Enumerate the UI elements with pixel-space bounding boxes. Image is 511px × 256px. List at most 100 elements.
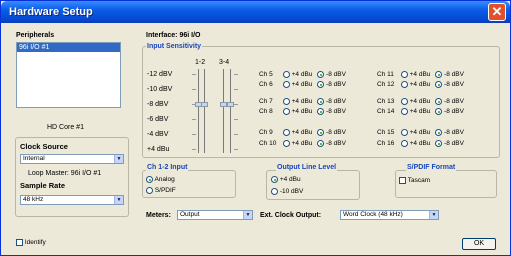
radio-minus8[interactable]: [317, 108, 325, 115]
radio-plus4[interactable]: [400, 71, 408, 78]
tascam-checkbox-row[interactable]: Tascam: [399, 177, 430, 184]
radio-row[interactable]: -10 dBV: [271, 188, 303, 195]
ext-clock-select[interactable]: Word Clock (48 kHz) ▼: [340, 210, 439, 220]
radio-plus4[interactable]: [282, 81, 290, 88]
chevron-down-icon: ▼: [114, 196, 123, 204]
radio-label: -8 dBV: [326, 108, 346, 116]
chevron-down-icon: ▼: [114, 155, 123, 163]
chevron-down-icon: ▼: [429, 211, 438, 219]
meters-select[interactable]: Output ▼: [177, 210, 253, 220]
radio-plus4[interactable]: [282, 98, 290, 105]
radio-label: +4 dBu: [409, 108, 431, 116]
radio-plus4dbu[interactable]: [271, 176, 278, 183]
radio-minus8[interactable]: [317, 98, 325, 105]
spdif-heading: S/PDIF Format: [406, 164, 457, 171]
radio-spdif[interactable]: [146, 187, 153, 194]
radio-label: -10 dBV: [279, 188, 304, 196]
radio-label: -8 dBV: [326, 98, 346, 106]
meters-value: Output: [180, 211, 200, 218]
scale-label: -8 dBV: [147, 101, 169, 108]
clock-source-select[interactable]: Internal ▼: [20, 154, 124, 164]
radio-plus4[interactable]: [282, 140, 290, 147]
radio-minus8[interactable]: [317, 81, 325, 88]
core-label: HD Core #1: [47, 124, 84, 131]
peripherals-list[interactable]: 96i I/O #1: [16, 42, 121, 108]
radio-plus4[interactable]: [282, 129, 290, 136]
radio-label: -8 dBV: [326, 140, 346, 148]
channel-label: Ch 11: [377, 71, 394, 79]
channel-label: Ch 6: [259, 81, 273, 89]
radio-minus10dbv[interactable]: [271, 188, 278, 195]
ch12-input-heading: Ch 1-2 Input: [146, 164, 189, 171]
radio-label: +4 dBu: [291, 71, 313, 79]
channel-row: Ch 14 +4 dBu -8 dBV: [377, 108, 464, 115]
radio-plus4[interactable]: [400, 129, 408, 136]
clock-source-heading: Clock Source: [20, 142, 68, 151]
radio-label: -8 dBV: [444, 108, 464, 116]
radio-label: +4 dBu: [291, 108, 313, 116]
radio-row[interactable]: +4 dBu: [271, 176, 301, 183]
radio-plus4[interactable]: [400, 81, 408, 88]
loop-master-label: Loop Master: 96i I/O #1: [28, 170, 102, 177]
sample-rate-select[interactable]: 48 kHz ▼: [20, 195, 124, 205]
ok-button[interactable]: OK: [462, 238, 496, 250]
scale-label: -4 dBV: [147, 131, 169, 138]
radio-minus8[interactable]: [435, 108, 443, 115]
radio-label: -8 dBV: [326, 129, 346, 137]
output-level-group: [266, 170, 360, 200]
meters-label: Meters:: [146, 212, 171, 219]
radio-plus4[interactable]: [282, 108, 290, 115]
radio-minus8[interactable]: [317, 71, 325, 78]
input-sensitivity-heading: Input Sensitivity: [146, 43, 203, 50]
channel-label: Ch 12: [377, 81, 395, 89]
radio-label: -8 dBV: [444, 129, 464, 137]
peripheral-item[interactable]: 96i I/O #1: [17, 43, 120, 52]
channel-label: Ch 16: [377, 140, 395, 148]
identify-checkbox-row[interactable]: Identify: [16, 239, 46, 246]
radio-row[interactable]: S/PDIF: [146, 187, 176, 194]
col-3-4-label: 3-4: [219, 59, 230, 66]
radio-label: +4 dBu: [291, 129, 313, 137]
radio-label: -8 dBV: [444, 140, 464, 148]
hardware-setup-window: Hardware Setup ✕ Peripherals 96i I/O #1 …: [0, 0, 511, 256]
identify-checkbox[interactable]: [16, 239, 23, 246]
scale-label: -6 dBV: [147, 116, 169, 123]
radio-plus4[interactable]: [400, 140, 408, 147]
radio-label: +4 dBu: [291, 98, 313, 106]
tascam-checkbox[interactable]: [399, 177, 406, 184]
radio-minus8[interactable]: [435, 81, 443, 88]
channel-label: Ch 5: [259, 71, 273, 79]
radio-minus8[interactable]: [317, 140, 325, 147]
channel-label: Ch 9: [259, 129, 273, 137]
radio-label: -8 dBV: [326, 71, 346, 79]
radio-plus4[interactable]: [282, 71, 290, 78]
radio-minus8[interactable]: [435, 71, 443, 78]
radio-label: -8 dBV: [326, 81, 346, 89]
title-bar[interactable]: Hardware Setup ✕: [1, 1, 510, 23]
ext-clock-value: Word Clock (48 kHz): [343, 211, 403, 218]
scale-label: -12 dBV: [147, 71, 173, 78]
identify-label: Identify: [24, 239, 46, 247]
radio-analog[interactable]: [146, 176, 153, 183]
radio-label: +4 dBu: [279, 176, 301, 184]
radio-minus8[interactable]: [317, 129, 325, 136]
scale-label: -10 dBV: [147, 86, 173, 93]
chevron-down-icon: ▼: [243, 211, 252, 219]
radio-minus8[interactable]: [435, 129, 443, 136]
col-1-2-label: 1-2: [195, 59, 206, 66]
close-button[interactable]: ✕: [488, 3, 506, 21]
channel-label: Ch 8: [259, 108, 273, 116]
sample-rate-value: 48 kHz: [23, 196, 44, 203]
radio-plus4[interactable]: [400, 108, 408, 115]
ext-clock-label: Ext. Clock Output:: [260, 212, 322, 219]
channel-label: Ch 15: [377, 129, 395, 137]
channel-row: Ch 11 +4 dBu -8 dBV: [377, 71, 464, 78]
radio-minus8[interactable]: [435, 98, 443, 105]
channel-row: Ch 6 +4 dBu -8 dBV: [259, 81, 346, 88]
radio-minus8[interactable]: [435, 140, 443, 147]
radio-plus4[interactable]: [400, 98, 408, 105]
scale-label: +4 dBu: [147, 146, 170, 153]
radio-label: -8 dBV: [444, 98, 464, 106]
radio-row[interactable]: Analog: [146, 176, 175, 183]
radio-label: +4 dBu: [409, 81, 431, 89]
